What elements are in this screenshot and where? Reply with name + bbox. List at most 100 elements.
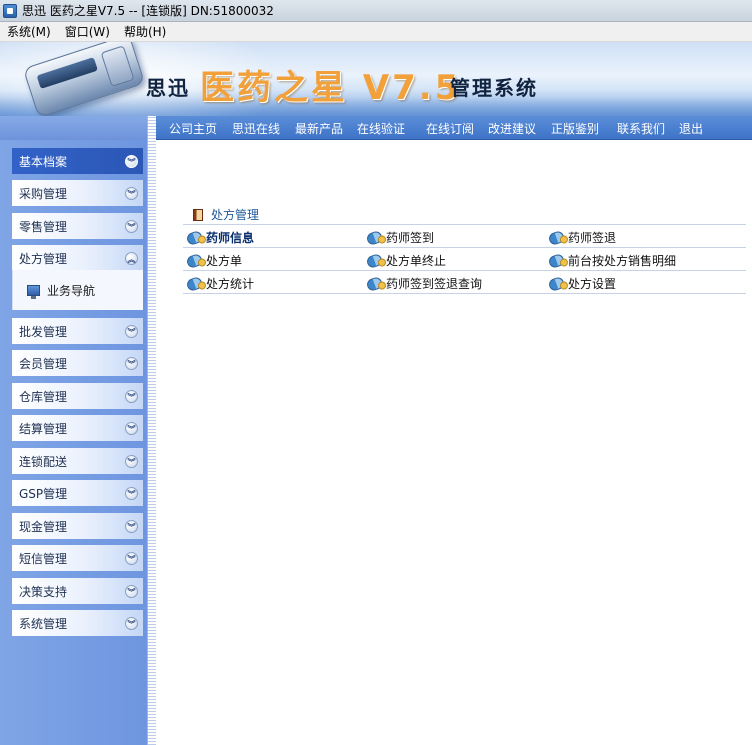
func-label: 前台按处方销售明细	[568, 254, 677, 268]
sidebar-subitem-business-nav[interactable]: 业务导航	[12, 270, 143, 310]
func-prescription-terminate[interactable]: 处方单终止	[365, 252, 447, 269]
func-pharmacist-checkout[interactable]: 药师签退	[547, 229, 617, 246]
sidebar-item-label: 零售管理	[19, 219, 68, 234]
pill-icon	[365, 275, 384, 292]
double-chevron-down-icon[interactable]: ︾	[125, 616, 138, 630]
sidebar-item-label: 现金管理	[19, 519, 68, 534]
double-chevron-up-icon[interactable]: ︽	[125, 251, 138, 265]
sidebar-item-label: 会员管理	[19, 356, 68, 371]
sidebar-item-label: GSP管理	[19, 486, 68, 501]
sidebar-item-retail[interactable]: 零售管理 ︾	[12, 213, 143, 239]
divider	[183, 293, 746, 294]
brand-company: 思迅	[146, 76, 190, 100]
sidebar-item-wholesale[interactable]: 批发管理 ︾	[12, 318, 143, 344]
splitter[interactable]	[147, 116, 156, 745]
sidebar-item-label: 决策支持	[19, 584, 68, 599]
double-chevron-down-icon[interactable]: ︾	[125, 186, 138, 200]
double-chevron-down-icon[interactable]: ︾	[125, 356, 138, 370]
func-checkin-checkout-query[interactable]: 药师签到签退查询	[365, 275, 483, 292]
double-chevron-down-icon[interactable]: ︾	[125, 519, 138, 533]
sidebar-item-label: 基本档案	[19, 154, 68, 169]
pill-icon	[547, 252, 566, 269]
sidebar-item-label: 处方管理	[19, 251, 68, 266]
sidebar-item-gsp[interactable]: GSP管理 ︾	[12, 480, 143, 506]
sidebar-item-label: 短信管理	[19, 551, 68, 566]
divider	[183, 270, 746, 271]
sidebar-item-purchase[interactable]: 采购管理 ︾	[12, 180, 143, 206]
nav-online-subscribe[interactable]: 在线订阅	[426, 120, 474, 137]
window-title: 思迅 医药之星V7.5 -- [连锁版] DN:51800032	[22, 4, 274, 18]
menu-system[interactable]: 系统(M)	[0, 23, 58, 40]
pill-icon	[547, 229, 566, 246]
func-label: 药师签到	[386, 231, 435, 245]
nav-contact-us[interactable]: 联系我们	[617, 120, 665, 137]
nav-new-products[interactable]: 最新产品	[295, 120, 343, 137]
sidebar-item-label: 结算管理	[19, 421, 68, 436]
sidebar-item-basic-files[interactable]: 基本档案 ︾	[12, 148, 143, 174]
nav-exit[interactable]: 退出	[679, 120, 703, 137]
header-banner: 思迅 医药之星 V7.5 管理系统	[0, 42, 752, 116]
sidebar: 基本档案 ︾ 采购管理 ︾ 零售管理 ︾ 处方管理 ︽ 业务导航 批发管理 ︾ …	[0, 116, 147, 745]
pill-icon	[547, 275, 566, 292]
nav-sixun-online[interactable]: 思迅在线	[232, 120, 280, 137]
func-pharmacist-info[interactable]: 药师信息	[185, 229, 255, 246]
sidebar-item-label: 连锁配送	[19, 454, 68, 469]
menu-help[interactable]: 帮助(H)	[117, 23, 173, 40]
double-chevron-down-icon[interactable]: ︾	[125, 324, 138, 338]
brand-suffix: 管理系统	[450, 76, 538, 100]
sidebar-item-cash[interactable]: 现金管理 ︾	[12, 513, 143, 539]
brand-product: 医药之星 V7.5	[200, 68, 462, 108]
sidebar-item-member[interactable]: 会员管理 ︾	[12, 350, 143, 376]
sidebar-item-warehouse[interactable]: 仓库管理 ︾	[12, 383, 143, 409]
title-bar: 思迅 医药之星V7.5 -- [连锁版] DN:51800032	[0, 0, 752, 22]
divider	[183, 224, 746, 225]
sidebar-item-decision-support[interactable]: 决策支持 ︾	[12, 578, 143, 604]
double-chevron-down-icon[interactable]: ︾	[125, 486, 138, 500]
func-label: 处方设置	[568, 277, 617, 291]
book-icon	[193, 208, 203, 221]
sidebar-item-sms[interactable]: 短信管理 ︾	[12, 545, 143, 571]
func-prescription-form[interactable]: 处方单	[185, 252, 243, 269]
nav-genuine-check[interactable]: 正版鉴别	[551, 120, 599, 137]
monitor-icon	[27, 284, 40, 299]
divider	[183, 247, 746, 248]
sidebar-item-label: 采购管理	[19, 186, 68, 201]
func-label: 处方单	[206, 254, 243, 268]
menu-bar: 系统(M) 窗口(W) 帮助(H)	[0, 22, 752, 42]
menu-window[interactable]: 窗口(W)	[58, 23, 117, 40]
pill-icon	[365, 229, 384, 246]
double-chevron-down-icon[interactable]: ︾	[125, 219, 138, 233]
double-chevron-down-icon[interactable]: ︾	[125, 154, 138, 168]
func-label: 处方单终止	[386, 254, 447, 268]
sidebar-subitem-label: 业务导航	[47, 283, 96, 298]
pill-icon	[185, 252, 204, 269]
double-chevron-down-icon[interactable]: ︾	[125, 454, 138, 468]
pill-icon	[365, 252, 384, 269]
double-chevron-down-icon[interactable]: ︾	[125, 389, 138, 403]
section-header: 处方管理	[193, 206, 259, 223]
double-chevron-down-icon[interactable]: ︾	[125, 421, 138, 435]
func-pharmacist-checkin[interactable]: 药师签到	[365, 229, 435, 246]
sidebar-item-system-admin[interactable]: 系统管理 ︾	[12, 610, 143, 636]
nav-suggestions[interactable]: 改进建议	[488, 120, 536, 137]
double-chevron-down-icon[interactable]: ︾	[125, 584, 138, 598]
sidebar-item-settlement[interactable]: 结算管理 ︾	[12, 415, 143, 441]
sidebar-item-chain-distribution[interactable]: 连锁配送 ︾	[12, 448, 143, 474]
nav-online-verify[interactable]: 在线验证	[357, 120, 405, 137]
nav-company-home[interactable]: 公司主页	[169, 120, 217, 137]
top-nav: 公司主页 思迅在线 最新产品 在线验证 在线订阅 改进建议 正版鉴别 联系我们 …	[156, 116, 752, 140]
double-chevron-down-icon[interactable]: ︾	[125, 551, 138, 565]
section-title: 处方管理	[211, 208, 260, 222]
func-label: 处方统计	[206, 277, 255, 291]
sidebar-item-label: 仓库管理	[19, 389, 68, 404]
func-label: 药师信息	[206, 231, 255, 245]
func-label: 药师签退	[568, 231, 617, 245]
pill-icon	[185, 229, 204, 246]
pill-icon	[185, 275, 204, 292]
sidebar-item-prescription[interactable]: 处方管理 ︽	[12, 245, 143, 271]
app-icon	[3, 3, 17, 18]
func-prescription-settings[interactable]: 处方设置	[547, 275, 617, 292]
func-label: 药师签到签退查询	[386, 277, 483, 291]
func-prescription-stats[interactable]: 处方统计	[185, 275, 255, 292]
func-frontdesk-sales-detail[interactable]: 前台按处方销售明细	[547, 252, 677, 269]
